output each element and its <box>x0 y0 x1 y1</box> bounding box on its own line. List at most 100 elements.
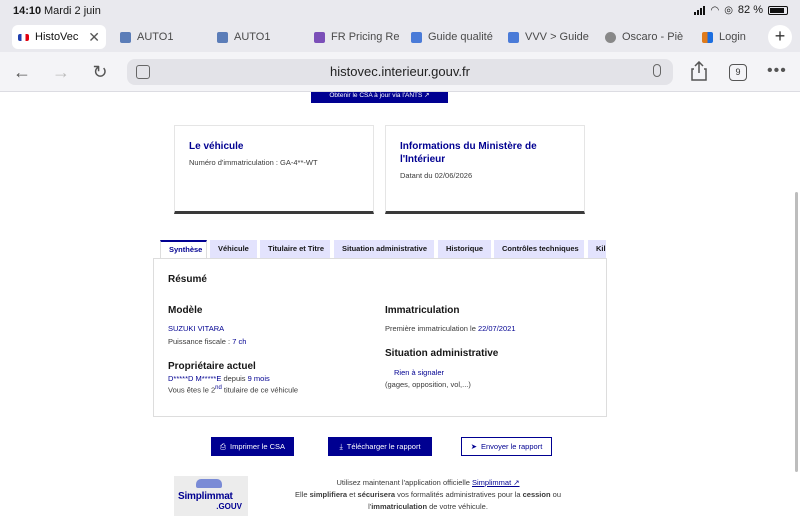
vehicle-card: Le véhicule Numéro d'immatriculation : G… <box>174 125 374 214</box>
promo-text: Elle <box>294 490 310 499</box>
summary-panel: Résumé Modèle SUZUKI VITARA Puissance fi… <box>153 258 607 417</box>
send-report-button[interactable]: ➤ Envoyer le rapport <box>461 437 552 456</box>
signal-icon <box>694 5 706 15</box>
document-icon <box>314 31 325 43</box>
auto1-icon <box>120 31 131 43</box>
browser-toolbar: ← → ↻ histovec.interieur.gouv.fr 9 ••• <box>0 52 800 92</box>
tab-label: VVV > Guide <box>525 31 589 43</box>
owner-since-label: depuis <box>221 374 248 383</box>
model-value: SUZUKI VITARA <box>168 324 225 333</box>
download-report-label: Télécharger le rapport <box>346 442 421 451</box>
fiscal-power-value: 7 ch <box>232 337 247 346</box>
registration-number: Numéro d'immatriculation : GA-4**-WT <box>189 158 318 167</box>
wifi-icon: ◠ <box>710 4 720 16</box>
new-tab-button[interactable]: + <box>768 25 792 49</box>
promo-text: et <box>347 490 358 499</box>
promo-bold: cession <box>522 490 551 499</box>
browser-tab-guide-qualite[interactable]: Guide qualité <box>405 25 497 49</box>
admin-detail: (gages, opposition, vol,...) <box>385 380 471 389</box>
tab-synthese[interactable]: Synthèse <box>160 240 207 258</box>
more-menu-icon[interactable]: ••• <box>767 62 787 80</box>
report-date: Datant du 02/06/2026 <box>400 171 473 180</box>
browser-tab-oscaro[interactable]: Oscaro - Piè <box>599 25 691 49</box>
auto1-icon <box>217 31 228 43</box>
tab-historique[interactable]: Historique <box>438 240 491 258</box>
tab-controles-techniques[interactable]: Contrôles techniques <box>494 240 584 258</box>
ministry-card: Informations du Ministère de l'Intérieur… <box>385 125 585 214</box>
tab-kilometrage[interactable]: Kilo <box>588 240 606 258</box>
page-content: Obtenir le CSA à jour via l'ANTS ↗ Le vé… <box>0 92 800 525</box>
get-csa-button[interactable]: Obtenir le CSA à jour via l'ANTS ↗ <box>311 92 448 103</box>
browser-tab-strip: HistoVec ✕ AUTO1 AUTO1 FR Pricing Re Gui… <box>0 22 800 52</box>
microphone-icon[interactable] <box>653 64 661 77</box>
ministry-card-title: Informations du Ministère de l'Intérieur <box>400 140 537 166</box>
browser-tab-auto1[interactable]: AUTO1 <box>114 25 206 49</box>
browser-tab-fr-pricing[interactable]: FR Pricing Re <box>308 25 400 49</box>
tab-vehicule[interactable]: Véhicule <box>210 240 257 258</box>
promo-bold: sécurisera <box>357 490 396 499</box>
browser-tab-auto1-2[interactable]: AUTO1 <box>211 25 303 49</box>
location-icon: ◎ <box>724 4 733 16</box>
url-text: histovec.interieur.gouv.fr <box>330 64 470 79</box>
car-icon <box>196 479 222 488</box>
simplimmat-logo[interactable]: Simplimmat .GOUV <box>174 476 248 516</box>
send-report-label: Envoyer le rapport <box>481 442 543 451</box>
back-arrow-icon[interactable]: ← <box>11 61 33 83</box>
globe-icon <box>605 31 616 43</box>
status-bar: 14:10 Mardi 2 juin ◠ ◎ 82 % <box>0 0 800 22</box>
browser-tab-vvv-guide[interactable]: VVV > Guide <box>502 25 594 49</box>
status-icons: ◠ ◎ 82 % <box>694 4 788 16</box>
browser-tab-histovec[interactable]: HistoVec ✕ <box>12 25 106 49</box>
battery-percent: 82 % <box>737 4 763 16</box>
clock: 14:10 <box>13 5 42 17</box>
tab-titulaire[interactable]: Titulaire et Titre <box>260 240 330 258</box>
reload-icon[interactable]: ↻ <box>89 61 111 83</box>
print-csa-label: Imprimer le CSA <box>229 442 285 451</box>
owner-name: D*****D M*****E <box>168 374 222 383</box>
share-icon[interactable] <box>690 61 708 81</box>
print-csa-button[interactable]: ⎙ Imprimer le CSA <box>211 437 294 456</box>
report-tabs: Synthèse Véhicule Titulaire et Titre Sit… <box>158 240 606 258</box>
simplimmat-logo-brand: Simplimmat <box>178 491 233 502</box>
owner-heading: Propriétaire actuel <box>168 361 256 372</box>
simplimmat-link[interactable]: Simplimmat ↗ <box>472 478 520 487</box>
forward-arrow-icon[interactable]: → <box>50 61 72 83</box>
page-scrollbar[interactable] <box>795 192 798 472</box>
first-registration-label: Première immatriculation le <box>385 324 478 333</box>
promo-text: ou <box>550 490 561 499</box>
owner-since-value: 9 mois <box>247 374 270 383</box>
promo-bold: simplifiera <box>309 490 348 499</box>
tab-label: Oscaro - Piè <box>622 31 684 43</box>
tab-count-button[interactable]: 9 <box>729 64 747 81</box>
print-icon: ⎙ <box>219 442 226 451</box>
owner-rank-suffix: titulaire de ce véhicule <box>221 385 299 395</box>
fiscal-power: Puissance fiscale : 7 ch <box>168 337 246 346</box>
tab-situation-administrative[interactable]: Situation administrative <box>334 240 434 258</box>
download-report-button[interactable]: ⤓ Télécharger le rapport <box>328 437 432 456</box>
tab-label: AUTO1 <box>234 31 271 43</box>
battery-icon <box>768 5 788 15</box>
tab-label: Guide qualité <box>428 31 493 43</box>
document-icon <box>411 31 422 43</box>
browser-tab-login[interactable]: Login <box>696 25 754 49</box>
send-icon: ➤ <box>470 442 477 451</box>
promo-line1: Utilisez maintenant l'application offici… <box>336 478 472 487</box>
simplimmat-logo-gov: .GOUV <box>216 502 242 511</box>
tab-label: FR Pricing Re <box>331 31 400 43</box>
fiscal-power-label: Puissance fiscale : <box>168 337 233 346</box>
immat-heading: Immatriculation <box>385 305 460 316</box>
date: Mardi 2 juin <box>44 5 101 17</box>
vehicle-card-title: Le véhicule <box>189 141 244 152</box>
address-bar[interactable]: histovec.interieur.gouv.fr <box>127 59 673 85</box>
tab-label: Login <box>719 31 746 43</box>
owner-rank: Vous êtes le 2nd titulaire de ce véhicul… <box>168 385 298 395</box>
tab-label: AUTO1 <box>137 31 174 43</box>
ministry-title-line1: Informations du Ministère de <box>400 141 537 152</box>
close-tab-icon[interactable]: ✕ <box>88 29 100 46</box>
first-registration-date: 22/07/2021 <box>477 324 516 333</box>
document-icon <box>508 31 519 43</box>
promo-text: de votre véhicule. <box>427 502 488 511</box>
ministry-title-line2: l'Intérieur <box>400 154 446 165</box>
summary-title: Résumé <box>168 274 207 285</box>
admin-status: Rien à signaler <box>394 368 445 377</box>
